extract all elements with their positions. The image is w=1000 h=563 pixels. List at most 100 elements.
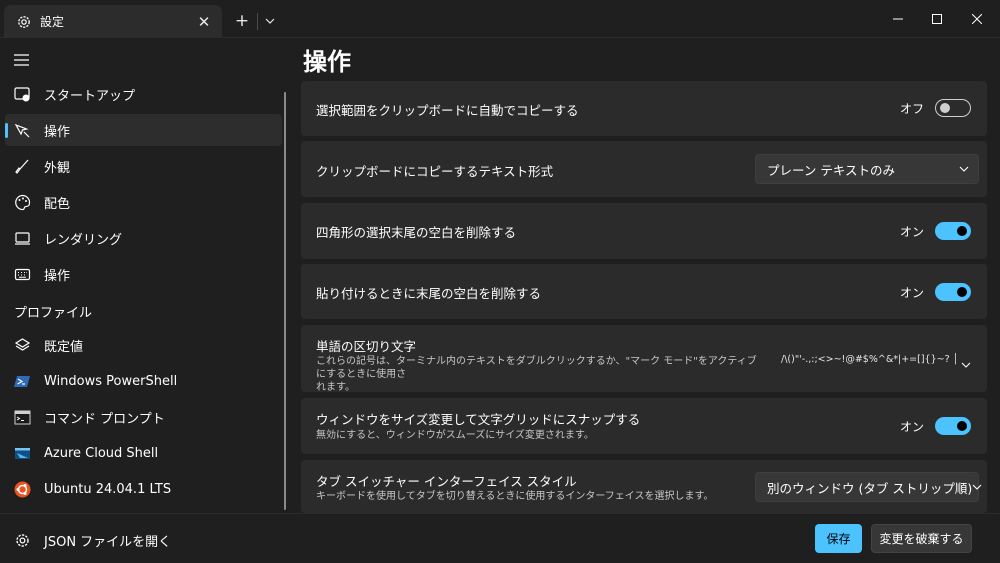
sidebar-item-powershell[interactable]: Windows PowerShell bbox=[5, 365, 282, 397]
interaction-icon bbox=[14, 122, 31, 139]
setting-title: 選択範囲をクリップボードに自動でコピーする bbox=[316, 103, 579, 118]
snap-resize-toggle-group: オン bbox=[900, 417, 971, 435]
sidebar-item-azure[interactable]: Azure Cloud Shell bbox=[5, 437, 282, 469]
chevron-down-icon bbox=[972, 484, 982, 490]
gear-icon bbox=[16, 14, 32, 30]
keyboard-icon bbox=[14, 266, 31, 283]
setting-trim-block-selection: 四角形の選択末尾の空白を削除する オン bbox=[301, 203, 987, 259]
setting-title: 貼り付けるときに末尾の空白を削除する bbox=[316, 286, 542, 301]
minimize-icon bbox=[893, 18, 903, 20]
chevron-down-icon bbox=[265, 18, 275, 24]
sidebar-item-label: 配色 bbox=[44, 196, 71, 212]
setting-description: 無効にすると、ウィンドウがスムーズにサイズ変更されます。 bbox=[316, 430, 594, 441]
sidebar-item-label: Ubuntu 24.04.1 LTS bbox=[44, 481, 172, 497]
toggle-knob bbox=[940, 103, 950, 113]
selection-indicator bbox=[5, 123, 8, 138]
sidebar-item-defaults[interactable]: 既定値 bbox=[5, 329, 282, 361]
setting-title: クリップボードにコピーするテキスト形式 bbox=[316, 164, 554, 179]
new-tab-button[interactable]: + bbox=[230, 9, 254, 33]
dropdown-value: 別のウィンドウ (タブ ストリップ順) bbox=[767, 480, 973, 496]
toggle-knob bbox=[957, 421, 967, 431]
setting-description: これらの記号は、ターミナル内のテキストをダブルクリックするか、"マーク モード"… bbox=[316, 355, 766, 394]
setting-copy-format: クリップボードにコピーするテキスト形式 プレーン テキストのみ bbox=[301, 141, 987, 197]
setting-title: タブ スイッチャー インターフェイス スタイル bbox=[316, 474, 577, 489]
setting-title: 四角形の選択末尾の空白を削除する bbox=[316, 225, 517, 240]
close-icon bbox=[972, 14, 982, 24]
setting-description-line: これらの記号は、ターミナル内のテキストをダブルクリックするか、"マーク モード"… bbox=[316, 356, 757, 380]
minimize-button[interactable] bbox=[878, 0, 918, 38]
chevron-down-icon[interactable] bbox=[961, 353, 971, 372]
trim-block-toggle-group: オン bbox=[900, 222, 971, 240]
ubuntu-icon bbox=[14, 481, 31, 498]
setting-description-line: れます。 bbox=[316, 382, 355, 393]
setting-title: 単語の区切り文字 bbox=[316, 339, 417, 354]
toggle-state-label: オン bbox=[899, 285, 924, 300]
tab-close-icon[interactable]: ✕ bbox=[190, 10, 218, 34]
sidebar-item-label: 既定値 bbox=[44, 339, 84, 355]
sidebar-item-interaction[interactable]: 操作 bbox=[5, 114, 282, 146]
setting-description: キーボードを使用してタブを切り替えるときに使用するインターフェイスを選択します。 bbox=[316, 491, 714, 502]
sidebar-item-color-schemes[interactable]: 配色 bbox=[5, 186, 282, 218]
tab-switcher-dropdown[interactable]: 別のウィンドウ (タブ ストリップ順) bbox=[755, 472, 982, 502]
footer: JSON ファイルを開く 保存 変更を破棄する bbox=[0, 513, 1000, 563]
save-button[interactable]: 保存 bbox=[815, 524, 862, 553]
sidebar: スタートアップ 操作 外観 配色 レンダリング 操作 プロファイル 既定値 Wi… bbox=[0, 38, 290, 513]
page-title: 操作 bbox=[303, 48, 351, 76]
setting-snap-resize: ウィンドウをサイズ変更して文字グリッドにスナップする 無効にすると、ウィンドウが… bbox=[301, 398, 987, 454]
close-window-button[interactable] bbox=[957, 0, 997, 38]
sidebar-item-ubuntu[interactable]: Ubuntu 24.04.1 LTS bbox=[5, 473, 282, 505]
open-json-button[interactable]: JSON ファイルを開く bbox=[5, 524, 282, 556]
setting-title: ウィンドウをサイズ変更して文字グリッドにスナップする bbox=[316, 412, 641, 427]
copy-on-select-toggle[interactable] bbox=[935, 99, 971, 117]
sidebar-item-command-prompt[interactable]: コマンド プロンプト bbox=[5, 401, 282, 433]
tab-dropdown-button[interactable] bbox=[260, 9, 280, 33]
sidebar-item-label: スタートアップ bbox=[44, 88, 136, 104]
sidebar-item-rendering[interactable]: レンダリング bbox=[5, 222, 282, 254]
palette-icon bbox=[14, 194, 31, 211]
toggle-state-label: オフ bbox=[899, 101, 924, 116]
copy-format-dropdown[interactable]: プレーン テキストのみ bbox=[755, 154, 979, 184]
trim-paste-toggle[interactable] bbox=[935, 283, 971, 301]
layers-icon bbox=[14, 337, 31, 354]
startup-icon bbox=[14, 86, 31, 103]
toggle-state-label: オン bbox=[899, 224, 924, 239]
sidebar-item-actions[interactable]: 操作 bbox=[5, 258, 282, 290]
monitor-icon bbox=[14, 230, 31, 247]
title-bar: 設定 ✕ + bbox=[0, 0, 1000, 38]
trim-block-toggle[interactable] bbox=[935, 222, 971, 240]
tab-title: 設定 bbox=[40, 15, 65, 29]
profiles-header: プロファイル bbox=[14, 306, 93, 321]
setting-tab-switcher: タブ スイッチャー インターフェイス スタイル キーボードを使用してタブを切り替… bbox=[301, 460, 987, 513]
tab-divider bbox=[257, 13, 258, 30]
sidebar-item-label: Azure Cloud Shell bbox=[44, 445, 159, 461]
hamburger-menu-icon[interactable] bbox=[13, 52, 31, 66]
setting-copy-on-select: 選択範囲をクリップボードに自動でコピーする オフ bbox=[301, 81, 987, 136]
sidebar-item-label: コマンド プロンプト bbox=[44, 411, 165, 427]
settings-tab[interactable]: 設定 ✕ bbox=[4, 5, 222, 38]
sidebar-item-label: 操作 bbox=[44, 124, 71, 140]
word-delimiters-value: /\()"'-.,:;<>~!@#$%^&*|+=[]{}~? │ bbox=[781, 354, 959, 365]
sidebar-item-label: Windows PowerShell bbox=[44, 373, 178, 389]
gear-icon bbox=[14, 532, 31, 549]
snap-resize-toggle[interactable] bbox=[935, 417, 971, 435]
sidebar-item-appearance[interactable]: 外観 bbox=[5, 150, 282, 182]
sidebar-item-label: レンダリング bbox=[44, 232, 123, 248]
setting-word-delimiters[interactable]: 単語の区切り文字 これらの記号は、ターミナル内のテキストをダブルクリックするか、… bbox=[301, 325, 987, 394]
copy-on-select-toggle-group: オフ bbox=[900, 99, 971, 117]
sidebar-item-label: 外観 bbox=[44, 160, 71, 176]
setting-trim-paste: 貼り付けるときに末尾の空白を削除する オン bbox=[301, 264, 987, 319]
sidebar-item-label: 操作 bbox=[44, 268, 71, 284]
toggle-knob bbox=[957, 287, 967, 297]
maximize-icon bbox=[932, 14, 942, 24]
open-json-label: JSON ファイルを開く bbox=[44, 534, 172, 550]
powershell-icon bbox=[14, 373, 31, 390]
trim-paste-toggle-group: オン bbox=[900, 283, 971, 301]
discard-changes-button[interactable]: 変更を破棄する bbox=[871, 524, 972, 553]
chevron-down-icon bbox=[950, 166, 978, 172]
toggle-knob bbox=[957, 226, 967, 236]
brush-icon bbox=[14, 158, 31, 175]
sidebar-scrollbar[interactable] bbox=[284, 92, 286, 510]
toggle-state-label: オン bbox=[899, 419, 924, 434]
maximize-button[interactable] bbox=[917, 0, 957, 38]
sidebar-item-startup[interactable]: スタートアップ bbox=[5, 78, 282, 110]
